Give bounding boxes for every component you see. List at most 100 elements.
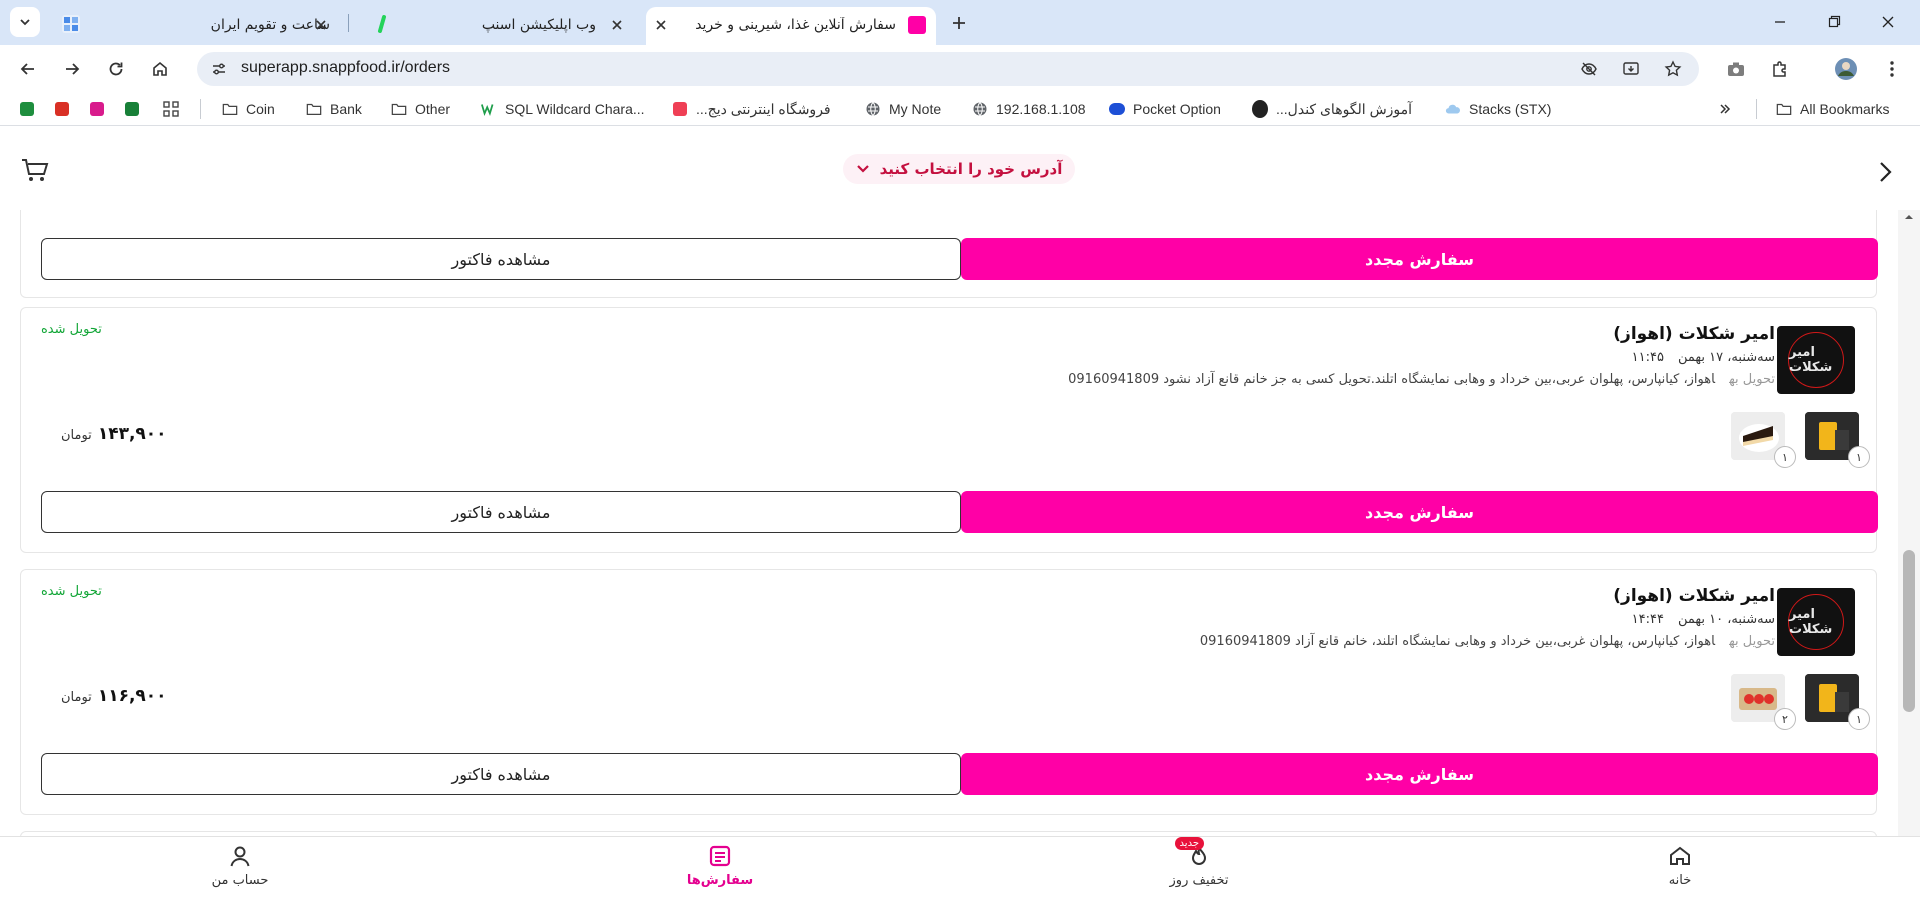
tab-title: وب اپلیکیشن اسنپ	[481, 17, 596, 33]
bookmark-folder-other[interactable]: Other	[391, 99, 450, 119]
order-card: تحویل شده امیر شکلات امیر شکلات (اهواز) …	[20, 569, 1878, 815]
close-icon[interactable]	[652, 16, 670, 34]
bookmark-label: Bank	[330, 101, 362, 117]
delivery-label: تحویل به	[1729, 634, 1775, 649]
folder-icon	[222, 101, 238, 117]
nav-label: سفارش‌ها	[686, 873, 754, 888]
page-scrollbar[interactable]	[1898, 210, 1920, 836]
eye-off-icon[interactable]	[1579, 59, 1599, 79]
nav-label: حساب من	[211, 873, 269, 888]
bookmark-green[interactable]	[20, 99, 34, 119]
bookmark-label: SQL Wildcard Chara...	[505, 101, 645, 117]
scrollbar-thumb[interactable]	[1903, 550, 1915, 712]
vendor-logo[interactable]: امیر شکلات	[1777, 588, 1855, 656]
tab-snappfood-orders[interactable]: سفارش آنلاین غذا، شیرینی و خرید	[646, 7, 936, 45]
bookmark-folder-bank[interactable]: Bank	[306, 99, 362, 119]
globe-icon	[972, 101, 988, 117]
bookmarks-overflow-button[interactable]	[1718, 99, 1732, 119]
star-icon[interactable]	[1663, 59, 1683, 79]
bookmark-green-2[interactable]	[125, 99, 139, 119]
globe-icon	[865, 101, 881, 117]
nav-home[interactable]: خانه	[1610, 843, 1750, 895]
extensions-button[interactable]	[1768, 57, 1792, 81]
bookmark-shop[interactable]: فروشگاه اینترنتی دیج...	[672, 99, 831, 119]
user-icon	[227, 843, 253, 869]
cart-icon[interactable]	[20, 156, 50, 184]
tab-search-button[interactable]	[10, 7, 40, 37]
address-bar[interactable]: superapp.snappfood.ir/orders	[197, 52, 1699, 86]
new-tab-button[interactable]	[948, 12, 970, 34]
reorder-button[interactable]: سفارش مجدد	[961, 753, 1878, 795]
nav-daily-offers[interactable]: جدید تخفیف روز	[1129, 837, 1269, 895]
forward-button[interactable]	[60, 57, 84, 81]
date-text: سه‌شنبه، ۱۷ بهمن	[1677, 350, 1775, 365]
bookmark-label: 192.168.1.108	[996, 101, 1086, 117]
snapp-favicon-icon	[374, 15, 392, 33]
bookmark-sql[interactable]: SQL Wildcard Chara...	[481, 99, 645, 119]
bookmark-apps[interactable]	[162, 99, 180, 119]
close-icon[interactable]	[608, 16, 626, 34]
view-invoice-button[interactable]: مشاهده فاکتور	[41, 238, 961, 280]
delivery-address: تحویل به اهواز، کیانپارس، پهلوان عربی،بین…	[775, 372, 1775, 387]
home-icon	[153, 61, 167, 76]
address-text: اهواز، کیانپارس، پهلوان غربی،بین خرداد و…	[1199, 634, 1716, 649]
bookmark-pink[interactable]	[90, 99, 104, 119]
more-vertical-icon	[1890, 61, 1894, 77]
window-close-button[interactable]	[1876, 10, 1900, 34]
time-text: ۱۱:۴۵	[1631, 350, 1664, 365]
nav-orders[interactable]: سفارش‌ها	[650, 843, 790, 895]
menu-button[interactable]	[1880, 57, 1904, 81]
pink-app-icon	[90, 102, 104, 116]
reload-button[interactable]	[104, 57, 128, 81]
vendor-name: امیر شکلات (اهواز)	[1613, 586, 1775, 606]
tab-snapp-webapp[interactable]: وب اپلیکیشن اسنپ	[352, 7, 640, 45]
address-selector[interactable]: آدرس خود را انتخاب کنید	[843, 154, 1075, 184]
scroll-up-arrow-icon[interactable]	[1904, 212, 1914, 222]
tab-iran-calendar[interactable]: ساعت و تقویم ایران	[56, 7, 344, 45]
bookmark-red[interactable]	[55, 99, 69, 119]
cloud-icon	[1445, 101, 1461, 117]
minimize-button[interactable]	[1768, 10, 1792, 34]
order-card: سفارش مجدد مشاهده فاکتور	[20, 210, 1878, 298]
bookmark-folder-coin[interactable]: Coin	[222, 99, 275, 119]
bookmark-pocket-option[interactable]: Pocket Option	[1109, 99, 1221, 119]
bookmark-mynote[interactable]: My Note	[865, 99, 941, 119]
price-value: ۱۱۶,۹۰۰	[97, 686, 167, 706]
install-app-icon[interactable]	[1621, 59, 1641, 79]
bookmark-label: All Bookmarks	[1800, 101, 1890, 117]
order-card: تحویل شده امیر شکلات امیر شکلات (اهواز) …	[20, 307, 1878, 553]
minimize-icon	[1775, 21, 1785, 23]
candle-logo-icon	[1252, 100, 1268, 118]
sheets-icon	[125, 102, 139, 116]
chevron-down-icon	[856, 164, 870, 174]
maximize-button[interactable]	[1822, 10, 1846, 34]
bookmark-stacks[interactable]: Stacks (STX)	[1445, 99, 1551, 119]
bookmark-candle[interactable]: آموزش الگوهای کندل...	[1252, 99, 1412, 119]
bookmark-label: آموزش الگوهای کندل...	[1276, 100, 1413, 117]
order-total: ۱۴۳,۹۰۰ تومان	[61, 424, 167, 444]
reorder-button[interactable]: سفارش مجدد	[961, 491, 1878, 533]
bookmark-ip[interactable]: 192.168.1.108	[972, 99, 1086, 119]
nav-account[interactable]: حساب من	[170, 843, 310, 895]
date-text: سه‌شنبه، ۱۰ بهمن	[1677, 612, 1775, 627]
folder-icon	[1776, 101, 1792, 117]
view-invoice-button[interactable]: مشاهده فاکتور	[41, 491, 961, 533]
site-info-icon[interactable]	[209, 59, 229, 79]
bottom-navigation: خانه جدید تخفیف روز سفارش‌ها حساب من	[0, 836, 1920, 898]
profile-avatar[interactable]	[1834, 57, 1858, 81]
view-invoice-button[interactable]: مشاهده فاکتور	[41, 753, 961, 795]
all-bookmarks-folder[interactable]: All Bookmarks	[1776, 99, 1889, 119]
reorder-button[interactable]: سفارش مجدد	[961, 238, 1878, 280]
nav-label: تخفیف روز	[1169, 873, 1229, 888]
back-chevron-icon[interactable]	[1872, 159, 1898, 185]
browser-toolbar: superapp.snappfood.ir/orders	[0, 45, 1920, 92]
address-text: اهواز، کیانپارس، پهلوان عربی،بین خرداد و…	[1068, 372, 1716, 387]
flame-icon: جدید	[1174, 837, 1212, 869]
back-button[interactable]	[16, 57, 40, 81]
order-date: سه‌شنبه، ۱۰ بهمن ۱۴:۴۴	[875, 612, 1775, 627]
orders-list-icon	[707, 843, 733, 869]
close-icon[interactable]	[312, 16, 330, 34]
screenshot-button[interactable]	[1724, 57, 1748, 81]
home-button[interactable]	[148, 57, 172, 81]
vendor-logo[interactable]: امیر شکلات	[1777, 326, 1855, 394]
